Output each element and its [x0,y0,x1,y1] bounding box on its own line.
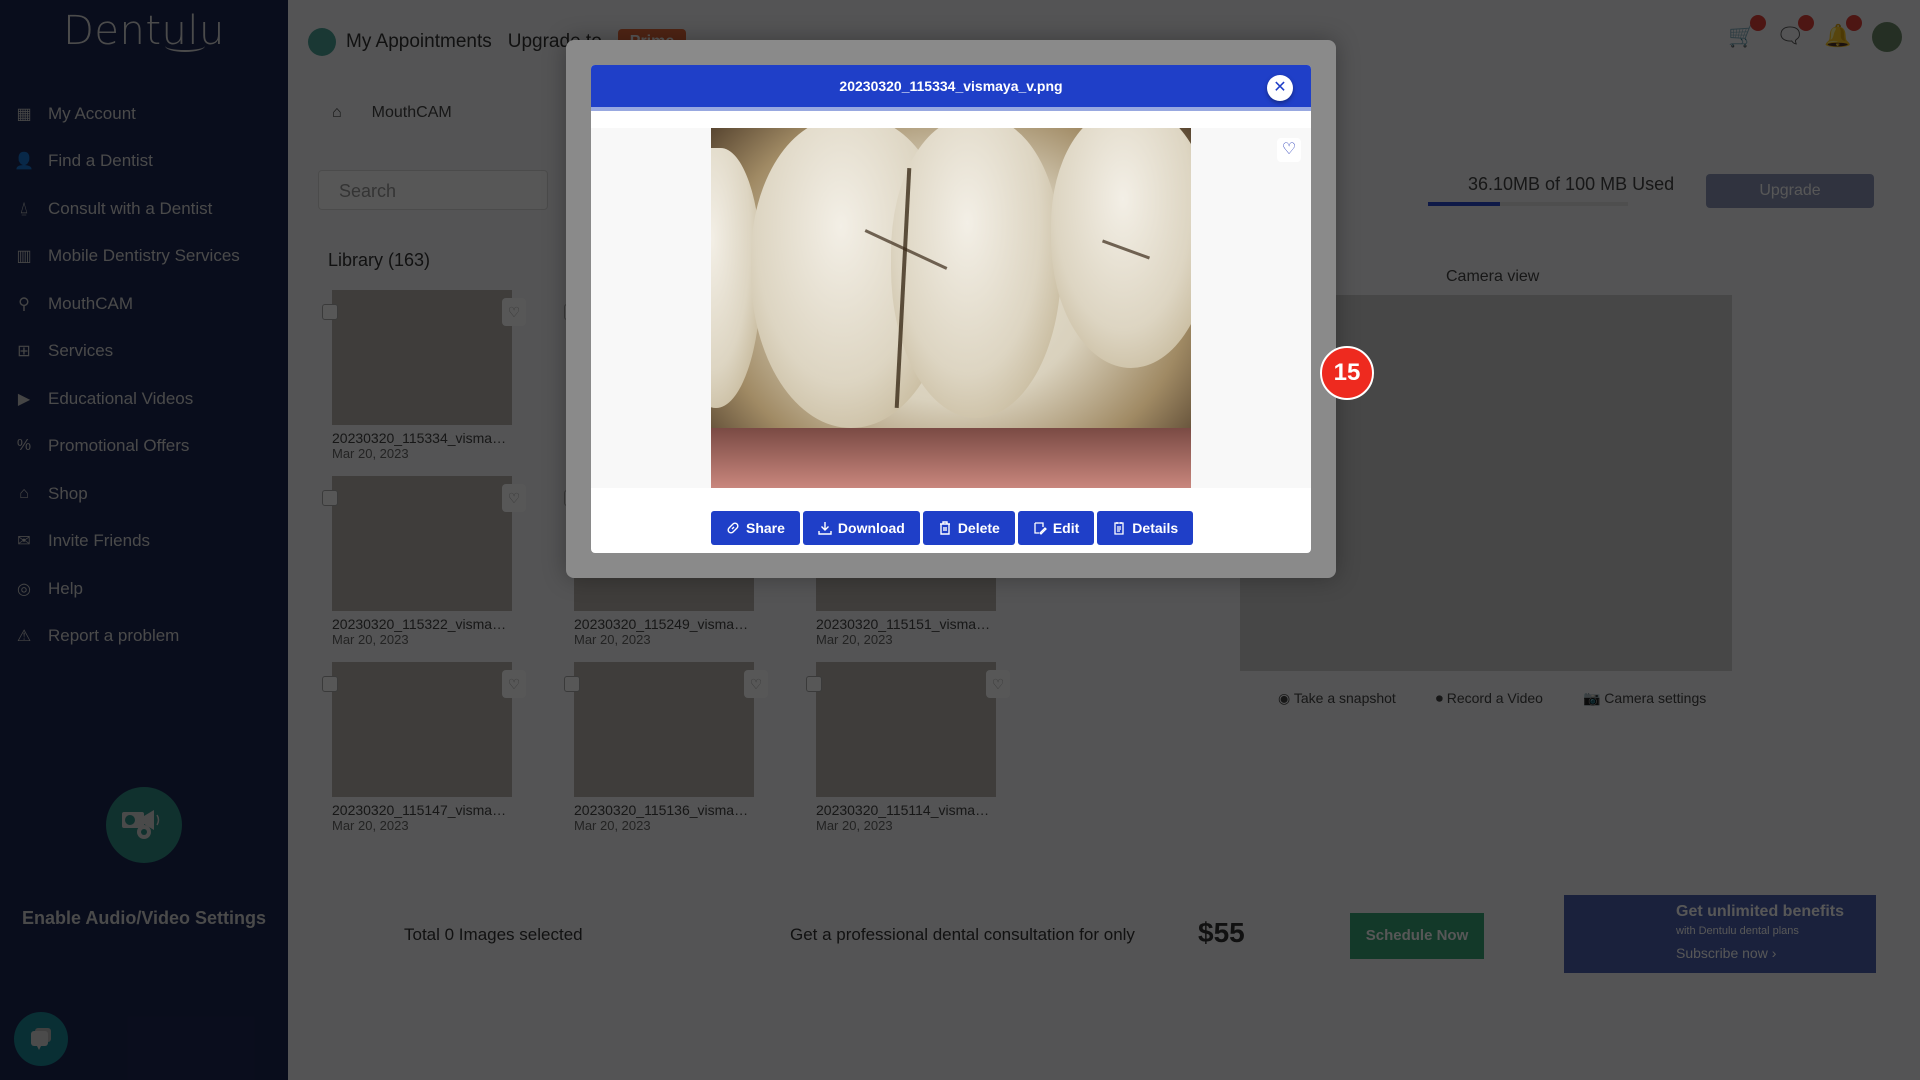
trash-icon [939,521,950,535]
modal-title: 20230320_115334_vismaya_v.png [839,78,1063,94]
notepad-icon [1114,522,1124,535]
gum-area [711,428,1191,488]
delete-label: Delete [957,520,1000,536]
edit-label: Edit [1052,520,1080,536]
modal-actions: Share Download Delete Edit Details [711,511,1194,545]
download-label: Download [837,520,905,536]
close-button[interactable]: ✕ [1267,75,1293,101]
close-icon: ✕ [1273,79,1287,96]
modal-body: ♡ [591,128,1311,488]
download-button[interactable]: Download [802,511,920,545]
details-button[interactable]: Details [1097,511,1194,545]
download-icon [818,522,832,535]
details-label: Details [1132,520,1179,536]
edit-image-icon [1034,522,1047,535]
link-icon [727,522,739,534]
share-label: Share [746,520,785,536]
image-preview-modal: 20230320_115334_vismaya_v.png ✕ ♡ Share … [591,65,1311,553]
tooth-shape [891,128,1061,418]
delete-button[interactable]: Delete [922,511,1015,545]
dental-photo [711,128,1191,488]
heart-icon: ♡ [1281,141,1297,158]
edit-button[interactable]: Edit [1017,511,1095,545]
step-number-badge: 15 [1320,346,1374,400]
share-button[interactable]: Share [711,511,800,545]
favorite-button[interactable]: ♡ [1277,138,1301,162]
modal-header: 20230320_115334_vismaya_v.png ✕ [591,65,1311,111]
